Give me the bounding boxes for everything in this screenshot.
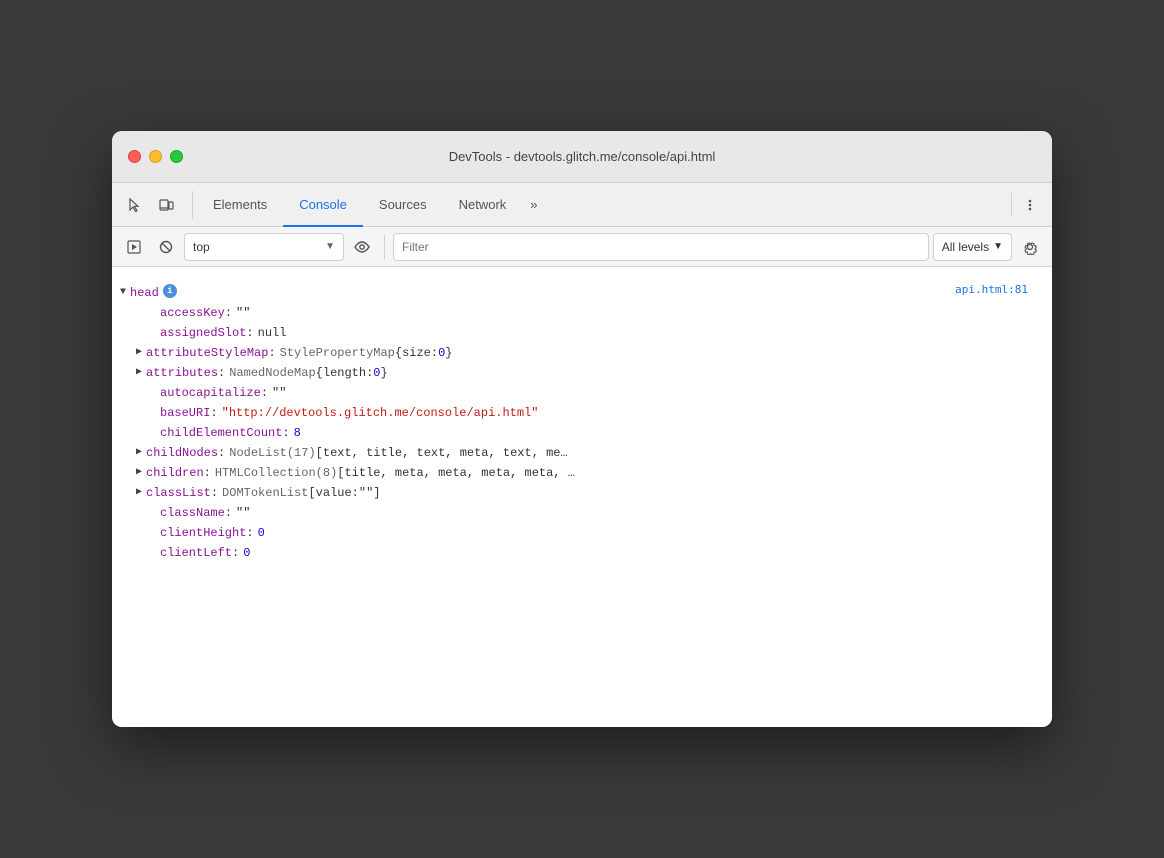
close-button[interactable] — [128, 150, 141, 163]
prop-assignedSlot: assignedSlot: null — [112, 323, 1052, 343]
eye-icon — [353, 240, 371, 254]
head-object-line: ▼ head i — [112, 283, 955, 303]
tab-network[interactable]: Network — [443, 183, 523, 227]
prop-classList: ▶ classList: DOMTokenList [value: ""] — [112, 483, 1052, 503]
device-icon — [158, 197, 174, 213]
tab-elements[interactable]: Elements — [197, 183, 283, 227]
divider — [1011, 193, 1012, 217]
prop-clientHeight: clientHeight: 0 — [112, 523, 1052, 543]
console-output: api.html:81 ▼ head i accessKey: "" assig… — [112, 267, 1052, 727]
prop-attributeStyleMap: ▶ attributeStyleMap: StylePropertyMap {s… — [112, 343, 1052, 363]
tabs-left-icons — [120, 191, 193, 219]
tab-more-button[interactable]: » — [522, 183, 545, 227]
ellipsis-vertical-icon — [1022, 197, 1038, 213]
attributes-expand-arrow[interactable]: ▶ — [136, 364, 142, 382]
source-link[interactable]: api.html:81 — [955, 279, 1040, 296]
play-icon — [126, 239, 142, 255]
minimize-button[interactable] — [149, 150, 162, 163]
prop-childElementCount: childElementCount: 8 — [112, 423, 1052, 443]
filter-input[interactable] — [393, 233, 929, 261]
prop-clientLeft: clientLeft: 0 — [112, 543, 1052, 563]
levels-chevron-icon: ▼ — [993, 241, 1003, 252]
tab-console[interactable]: Console — [283, 183, 363, 227]
devtools-window: DevTools - devtools.glitch.me/console/ap… — [112, 131, 1052, 727]
settings-button[interactable] — [1016, 233, 1044, 261]
tabs-right-actions — [1007, 191, 1044, 219]
log-levels-selector[interactable]: All levels ▼ — [933, 233, 1012, 261]
childNodes-expand-arrow[interactable]: ▶ — [136, 444, 142, 462]
prop-accessKey: accessKey: "" — [112, 303, 1052, 323]
tabs-bar: Elements Console Sources Network » — [112, 183, 1052, 227]
tab-sources[interactable]: Sources — [363, 183, 443, 227]
prop-attributes: ▶ attributes: NamedNodeMap {length: 0} — [112, 363, 1052, 383]
run-snippet-button[interactable] — [120, 233, 148, 261]
live-expression-button[interactable] — [348, 233, 376, 261]
children-expand-arrow[interactable]: ▶ — [136, 464, 142, 482]
device-icon-btn[interactable] — [152, 191, 180, 219]
more-options-button[interactable] — [1016, 191, 1044, 219]
titlebar: DevTools - devtools.glitch.me/console/ap… — [112, 131, 1052, 183]
ban-icon — [158, 239, 174, 255]
gear-icon — [1022, 239, 1038, 255]
clear-console-button[interactable] — [152, 233, 180, 261]
window-title: DevTools - devtools.glitch.me/console/ap… — [449, 149, 716, 164]
context-selector[interactable]: top ▼ — [184, 233, 344, 261]
traffic-lights — [128, 150, 183, 163]
maximize-button[interactable] — [170, 150, 183, 163]
cursor-icon-btn[interactable] — [120, 191, 148, 219]
head-label: head — [130, 284, 159, 302]
prop-className: className: "" — [112, 503, 1052, 523]
prop-childNodes: ▶ childNodes: NodeList(17) [text, title,… — [112, 443, 1052, 463]
info-badge[interactable]: i — [163, 284, 177, 298]
classList-expand-arrow[interactable]: ▶ — [136, 484, 142, 502]
head-expand-arrow[interactable]: ▼ — [120, 284, 126, 302]
source-link-line: api.html:81 — [112, 275, 1052, 283]
toolbar-divider — [384, 235, 385, 259]
chevron-down-icon: ▼ — [325, 241, 335, 252]
cursor-icon — [126, 197, 142, 213]
prop-children: ▶ children: HTMLCollection(8) [title, me… — [112, 463, 1052, 483]
console-toolbar: top ▼ All levels ▼ — [112, 227, 1052, 267]
prop-autocapitalize: autocapitalize: "" — [112, 383, 1052, 403]
prop-baseURI: baseURI: "http://devtools.glitch.me/cons… — [112, 403, 1052, 423]
attributeStyleMap-expand-arrow[interactable]: ▶ — [136, 344, 142, 362]
